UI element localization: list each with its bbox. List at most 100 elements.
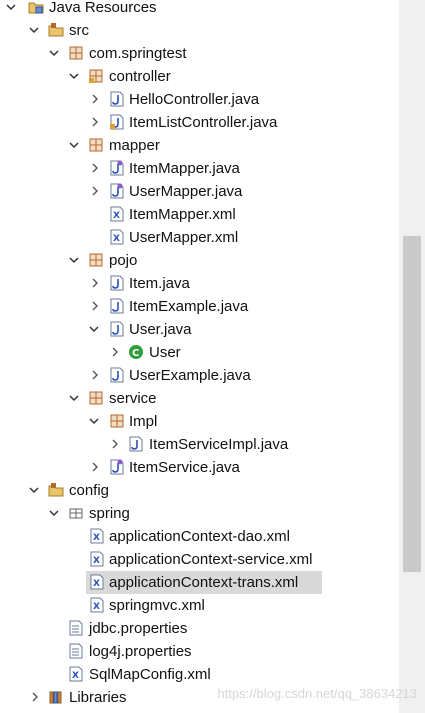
tree-item-itemservice-java[interactable]: ItemService.java [0, 456, 398, 479]
tree-item-label: UserMapper.java [129, 183, 243, 200]
java-file-icon [109, 275, 125, 291]
chevron-right-icon[interactable] [108, 345, 122, 359]
tree-item-label: ItemService.java [129, 459, 240, 476]
tree-item-label: applicationContext-dao.xml [109, 528, 290, 545]
tree-item-label: applicationContext-service.xml [109, 551, 313, 568]
tree-item-applicationcontext-dao-xml[interactable]: X applicationContext-dao.xml [0, 525, 398, 548]
chevron-down-icon[interactable] [67, 138, 81, 152]
tree-item-java-resources[interactable]: Java Resources [0, 0, 398, 19]
tree-item-label: ItemServiceImpl.java [149, 436, 289, 453]
tree-item-controller[interactable]: controller [0, 65, 398, 88]
chevron-right-icon[interactable] [88, 460, 102, 474]
xml-file-icon: X [109, 229, 125, 245]
chevron-down-icon[interactable] [47, 46, 61, 60]
tree-item-label: applicationContext-trans.xml [109, 574, 299, 591]
class-icon: C [128, 344, 144, 360]
java-interface-file-icon [109, 160, 125, 176]
tree-item-impl[interactable]: Impl [0, 410, 398, 433]
tree-item-label: controller [109, 68, 171, 85]
source-folder-icon [48, 482, 64, 498]
java-interface-file-icon [109, 183, 125, 199]
tree-item-itemlistcontroller-java[interactable]: ItemListController.java [0, 111, 398, 134]
chevron-down-icon[interactable] [27, 483, 41, 497]
tree-item-applicationcontext-service-xml[interactable]: X applicationContext-service.xml [0, 548, 398, 571]
chevron-right-icon[interactable] [88, 115, 102, 129]
tree-item-usermapper-java[interactable]: UserMapper.java [0, 180, 398, 203]
chevron-down-icon[interactable] [4, 0, 18, 14]
chevron-down-icon[interactable] [87, 322, 101, 336]
tree-item-itemmapper-xml[interactable]: X ItemMapper.xml [0, 203, 398, 226]
tree-item-item-java[interactable]: Item.java [0, 272, 398, 295]
scrollbar-thumb[interactable] [403, 236, 421, 572]
tree-item-itemmapper-java[interactable]: ItemMapper.java [0, 157, 398, 180]
tree-item-src[interactable]: src [0, 19, 398, 42]
java-resources-icon [28, 0, 44, 15]
chevron-right-icon[interactable] [28, 690, 42, 704]
tree-item-log4j-properties[interactable]: log4j.properties [0, 640, 398, 663]
tree-item-service[interactable]: service [0, 387, 398, 410]
tree-item-applicationcontext-trans-xml[interactable]: X applicationContext-trans.xml [0, 571, 398, 594]
tree-item-label: User.java [129, 321, 192, 338]
empty-package-icon [68, 505, 84, 521]
xml-file-icon: X [89, 597, 105, 613]
svg-text:X: X [93, 579, 100, 589]
tree-item-label: log4j.properties [89, 643, 192, 660]
tree-item-spring[interactable]: spring [0, 502, 398, 525]
chevron-down-icon[interactable] [67, 253, 81, 267]
package-icon [68, 45, 84, 61]
java-file-icon [109, 91, 125, 107]
svg-text:C: C [132, 348, 139, 359]
tree-item-user-java[interactable]: User.java [0, 318, 398, 341]
chevron-right-icon[interactable] [88, 299, 102, 313]
tree-item-sqlmapconfig-xml[interactable]: X SqlMapConfig.xml [0, 663, 398, 686]
tree-item-userexample-java[interactable]: UserExample.java [0, 364, 398, 387]
package-icon [88, 390, 104, 406]
tree-item-com-springtest[interactable]: com.springtest [0, 42, 398, 65]
chevron-down-icon[interactable] [67, 391, 81, 405]
chevron-right-icon[interactable] [88, 276, 102, 290]
tree-item-label: ItemListController.java [129, 114, 278, 131]
chevron-right-icon[interactable] [88, 92, 102, 106]
tree-item-springmvc-xml[interactable]: X springmvc.xml [0, 594, 398, 617]
java-file-icon [128, 436, 144, 452]
chevron-right-icon[interactable] [108, 437, 122, 451]
tree-item-jdbc-properties[interactable]: jdbc.properties [0, 617, 398, 640]
svg-text:X: X [93, 533, 100, 543]
java-file-icon [109, 321, 125, 337]
xml-file-icon: X [68, 666, 84, 682]
package-icon [88, 137, 104, 153]
tree-item-user-class[interactable]: C User [0, 341, 398, 364]
xml-file-icon: X [89, 551, 105, 567]
chevron-down-icon[interactable] [47, 506, 61, 520]
java-file-icon [109, 367, 125, 383]
chevron-right-icon[interactable] [88, 368, 102, 382]
tree-item-label: User [149, 344, 181, 361]
package-icon [88, 252, 104, 268]
tree-item-label: ItemMapper.xml [129, 206, 236, 223]
tree-item-config[interactable]: config [0, 479, 398, 502]
svg-text:X: X [113, 234, 120, 244]
tree-item-label: springmvc.xml [109, 597, 205, 614]
tree-item-label: jdbc.properties [89, 620, 188, 637]
tree-item-label: service [109, 390, 157, 407]
tree-item-mapper[interactable]: mapper [0, 134, 398, 157]
tree-item-label: ItemExample.java [129, 298, 249, 315]
source-folder-icon [48, 22, 64, 38]
tree-item-itemexample-java[interactable]: ItemExample.java [0, 295, 398, 318]
tree-item-usermapper-xml[interactable]: X UserMapper.xml [0, 226, 398, 249]
tree-item-itemserviceimpl-java[interactable]: ItemServiceImpl.java [0, 433, 398, 456]
watermark-text: https://blog.csdn.net/qq_38634213 [217, 686, 418, 701]
package-icon [109, 413, 125, 429]
chevron-down-icon[interactable] [27, 23, 41, 37]
chevron-right-icon[interactable] [88, 161, 102, 175]
properties-file-icon [68, 643, 84, 659]
tree-item-hellocontroller-java[interactable]: HelloController.java [0, 88, 398, 111]
java-file-icon [109, 298, 125, 314]
chevron-right-icon[interactable] [88, 184, 102, 198]
chevron-down-icon[interactable] [67, 69, 81, 83]
tree-item-pojo[interactable]: pojo [0, 249, 398, 272]
svg-text:X: X [93, 556, 100, 566]
chevron-down-icon[interactable] [87, 414, 101, 428]
libraries-icon [48, 689, 64, 705]
tree-item-label: Impl [129, 413, 158, 430]
